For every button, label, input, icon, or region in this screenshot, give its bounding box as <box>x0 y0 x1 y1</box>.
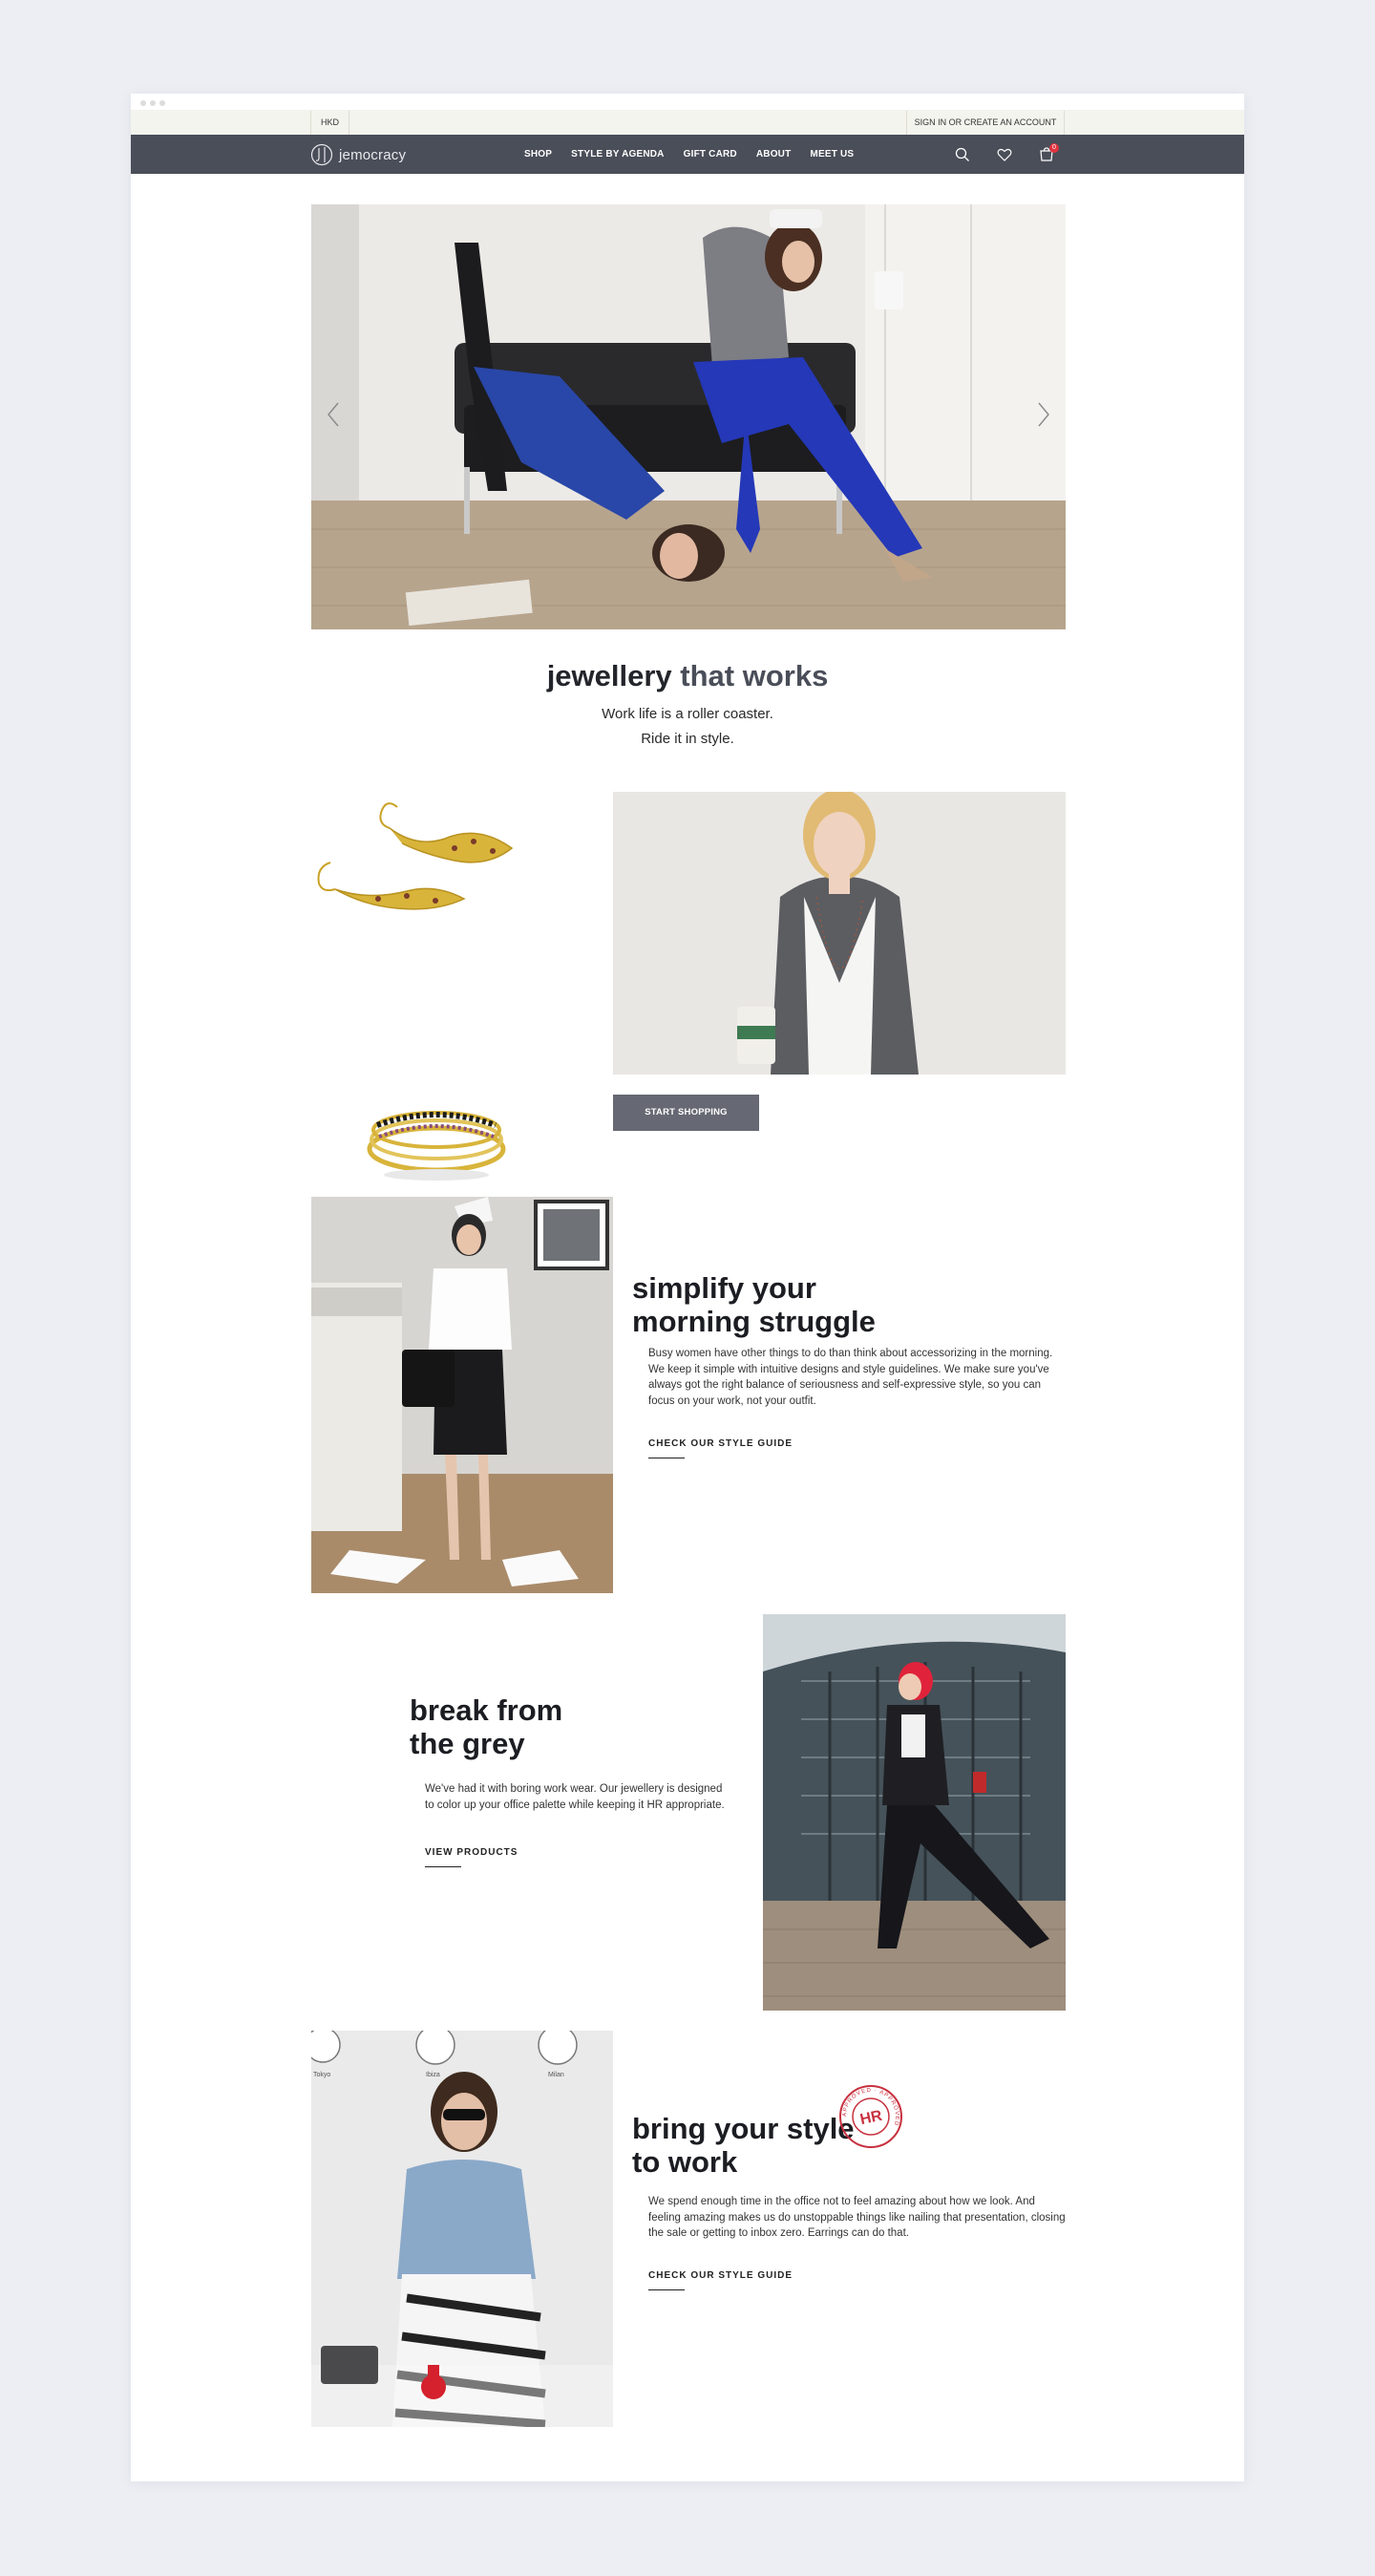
tagline-title-accent: that works <box>680 659 829 692</box>
account-link[interactable]: SIGN IN OR CREATE AN ACCOUNT <box>906 111 1065 135</box>
ring-icon <box>367 1111 506 1181</box>
heart-icon[interactable] <box>996 146 1013 163</box>
section1-title-line2: morning struggle <box>632 1305 876 1338</box>
clock-label-milan: Milan <box>548 2072 564 2078</box>
hr-stamp-icon: HR APPROVED · APPROVED <box>839 2085 902 2148</box>
browser-window: HKD SIGN IN OR CREATE AN ACCOUNT jemocra… <box>131 94 1244 2481</box>
window-dot <box>150 100 156 106</box>
section3-photo: Tokyo Ibiza Milan <box>311 2031 613 2427</box>
browser-chrome <box>131 94 1244 111</box>
carousel-prev-arrow[interactable] <box>321 395 346 434</box>
view-products-link[interactable]: VIEW PRODUCTS <box>425 1847 518 1867</box>
section3-title-line1: bring your style <box>632 2112 855 2145</box>
stamp-hr-text: HR <box>858 2108 884 2129</box>
nav-style-by-agenda[interactable]: STYLE BY AGENDA <box>571 149 664 160</box>
nav-shop[interactable]: SHOP <box>524 149 552 160</box>
logo-text: jemocracy <box>339 146 407 163</box>
section2-title-line1: break from <box>410 1693 563 1727</box>
main-navbar: jemocracy SHOP STYLE BY AGENDA GIFT CARD… <box>131 135 1244 174</box>
clock-label-tokyo: Tokyo <box>313 2072 330 2078</box>
section1-style-guide-link[interactable]: CHECK OUR STYLE GUIDE <box>648 1438 793 1458</box>
section2-body: We've had it with boring work wear. Our … <box>425 1783 725 1811</box>
hr-approved-stamp: HR APPROVED · APPROVED <box>837 2083 904 2150</box>
hero-photo-office-women <box>311 204 1066 629</box>
nav-gift-card[interactable]: GIFT CARD <box>684 149 737 160</box>
section2-photo <box>763 1614 1066 2011</box>
hero-image <box>311 204 1066 629</box>
logo-mark-icon <box>310 143 333 166</box>
carousel-next-arrow[interactable] <box>1031 395 1056 434</box>
clock-label-ibiza: Ibiza <box>426 2072 440 2078</box>
woman-at-copier-photo <box>311 1197 613 1593</box>
nav-links: SHOP STYLE BY AGENDA GIFT CARD ABOUT MEE… <box>524 135 854 174</box>
search-icon[interactable] <box>954 146 971 163</box>
nav-icons: 0 <box>954 135 1059 174</box>
currency-selector[interactable]: HKD <box>310 111 350 135</box>
section2-title: break from the grey <box>410 1693 562 1760</box>
section1-body: Busy women have other things to do than … <box>648 1348 1053 1407</box>
earrings-icon <box>317 802 514 910</box>
tagline-title-part1: jewellery <box>546 659 681 692</box>
model-with-necklace-photo <box>613 792 1066 1075</box>
red-hair-woman-photo <box>763 1614 1066 2011</box>
utility-bar: HKD SIGN IN OR CREATE AN ACCOUNT <box>131 111 1244 135</box>
section1-title: simplify your morning struggle <box>632 1271 876 1338</box>
section1-photo <box>311 1197 613 1593</box>
featured-model-image <box>613 792 1066 1075</box>
nav-meet-us[interactable]: MEET US <box>810 149 854 160</box>
tagline-title: jewellery that works <box>131 659 1244 693</box>
cart-count-badge: 0 <box>1049 142 1059 153</box>
ring-product-image[interactable] <box>360 1096 513 1187</box>
section3-title: bring your style to work <box>632 2112 855 2179</box>
cart-icon[interactable]: 0 <box>1038 142 1059 163</box>
start-shopping-button[interactable]: START SHOPPING <box>613 1095 759 1131</box>
section2-title-line2: the grey <box>410 1727 525 1760</box>
window-dot <box>159 100 165 106</box>
logo[interactable]: jemocracy <box>310 143 406 166</box>
section3-title-line2: to work <box>632 2145 738 2179</box>
earrings-product-image[interactable] <box>311 796 579 920</box>
window-dot <box>140 100 146 106</box>
section3-body: We spend enough time in the office not t… <box>648 2196 1066 2239</box>
tagline-line1: Work life is a roller coaster. <box>602 706 773 722</box>
tagline-line2: Ride it in style. <box>641 731 734 747</box>
woman-on-phone-photo: Tokyo Ibiza Milan <box>311 2031 613 2427</box>
section3-style-guide-link[interactable]: CHECK OUR STYLE GUIDE <box>648 2270 793 2290</box>
section1-title-line1: simplify your <box>632 1271 816 1305</box>
nav-about[interactable]: ABOUT <box>756 149 792 160</box>
